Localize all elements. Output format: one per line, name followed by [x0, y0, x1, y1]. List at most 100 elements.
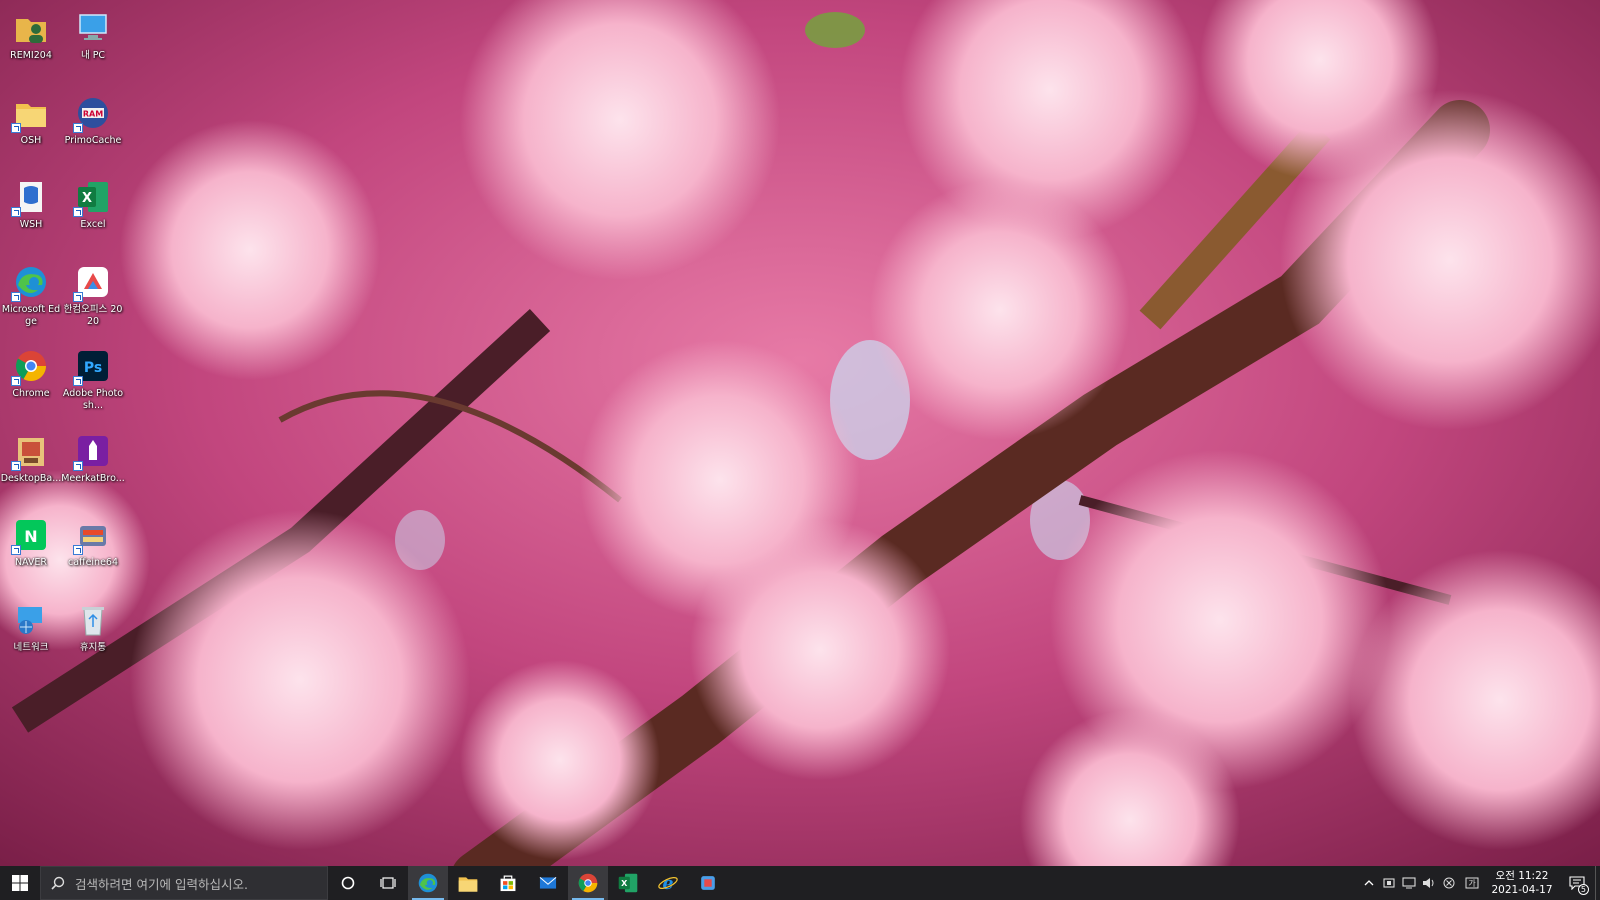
- desktop: REMI204 내 PC OSH RAM PrimoCache WSH X Excel Micr…: [0, 0, 1600, 866]
- desktop-icon-label: DesktopBa...: [0, 472, 62, 484]
- desktop-icon-folder[interactable]: OSH: [1, 89, 61, 169]
- desktop-icon-meerkat-browser[interactable]: MeerkatBro...: [61, 427, 125, 507]
- desktop-icon-computer[interactable]: 내 PC: [63, 4, 123, 84]
- desktop-icon-label: REMI204: [10, 50, 52, 61]
- desktop-icon-hancom-office[interactable]: 한컴오피스 2020: [63, 258, 123, 338]
- search-placeholder: 검색하려면 여기에 입력하십시오.: [75, 876, 248, 892]
- show-desktop-button[interactable]: [1595, 866, 1600, 900]
- edge-icon: [11, 262, 51, 302]
- desktop-icon-caffeine[interactable]: caffeine64: [63, 511, 123, 591]
- desktop-icon-label: 내 PC: [80, 50, 106, 61]
- shortcut-arrow-icon: [73, 545, 83, 555]
- app-icon: [696, 871, 720, 895]
- taskbar-store-button[interactable]: [488, 866, 528, 900]
- desktop-icon-label: 네트워크: [13, 641, 49, 653]
- system-tray: 가 오전 11:22 2021-04-17 5: [1359, 866, 1600, 900]
- excel-icon: X: [73, 177, 113, 217]
- desktop-backup-icon: [11, 431, 51, 471]
- shortcut-arrow-icon: [11, 376, 21, 386]
- taskbar-file-explorer-button[interactable]: [448, 866, 488, 900]
- shortcut-arrow-icon: [11, 207, 21, 217]
- folder-icon: [11, 93, 51, 133]
- chrome-icon: [11, 346, 51, 386]
- user-folder-icon: [11, 8, 51, 48]
- task-view-button[interactable]: [368, 866, 408, 900]
- desktop-icon-label: OSH: [20, 134, 42, 146]
- ie-icon: e: [656, 871, 680, 895]
- desktop-icon-label: WSH: [19, 219, 43, 230]
- desktop-icon-label: PrimoCache: [64, 134, 122, 146]
- caffeine-icon: [73, 515, 113, 555]
- svg-text:RAM: RAM: [83, 109, 103, 118]
- start-button[interactable]: [0, 866, 40, 900]
- desktop-icon-network[interactable]: 네트워크: [1, 596, 61, 676]
- taskbar-internet-explorer-button[interactable]: e: [648, 866, 688, 900]
- taskbar-unknown-app-button[interactable]: [688, 866, 728, 900]
- search-box[interactable]: 검색하려면 여기에 입력하십시오.: [40, 866, 328, 900]
- taskbar-mail-button[interactable]: [528, 866, 568, 900]
- tray-device-icon: [1383, 878, 1395, 888]
- desktop-icon-label: MeerkatBro...: [61, 472, 125, 484]
- desktop-icon-label: Excel: [80, 219, 106, 230]
- clock-date: 2021-04-17: [1491, 884, 1553, 896]
- wsh-icon: [11, 177, 51, 217]
- primocache-icon: RAM: [73, 93, 113, 133]
- photoshop-icon: Ps: [73, 346, 113, 386]
- shortcut-arrow-icon: [73, 291, 83, 302]
- chrome-icon: [576, 871, 600, 895]
- chevron-up-icon: [1364, 880, 1374, 886]
- desktop-icon-wsh[interactable]: WSH: [1, 173, 61, 253]
- svg-text:X: X: [621, 879, 628, 888]
- desktop-icon-label: Adobe Photosh...: [62, 388, 124, 411]
- taskbar: 검색하려면 여기에 입력하십시오. Xe 가 오전 11:22 2021-04-…: [0, 866, 1600, 900]
- hancom-office-icon: [73, 262, 113, 302]
- mail-icon: [536, 871, 560, 895]
- search-icon: [51, 876, 65, 890]
- volume-tray-button[interactable]: [1419, 866, 1439, 900]
- shortcut-arrow-icon: [73, 376, 83, 386]
- ime-icon: 가: [1465, 877, 1479, 889]
- circle-x-icon: [1443, 877, 1455, 889]
- notification-count: 5: [1577, 884, 1589, 895]
- desktop-icon-edge[interactable]: Microsoft Edge: [1, 258, 61, 338]
- desktop-icon-recycle-bin[interactable]: 휴지통: [63, 596, 123, 676]
- edge-icon: [416, 871, 440, 895]
- taskbar-chrome-button[interactable]: [568, 866, 608, 900]
- recycle-bin-icon: [73, 600, 113, 640]
- tray-app-icon[interactable]: [1379, 866, 1399, 900]
- desktop-icon-label: NAVER: [14, 557, 48, 568]
- shortcut-arrow-icon: [11, 545, 21, 555]
- svg-text:Ps: Ps: [84, 360, 102, 376]
- naver-icon: N: [11, 515, 51, 555]
- excel-icon: X: [616, 871, 640, 895]
- folder-icon: [456, 871, 480, 895]
- shortcut-arrow-icon: [73, 460, 83, 471]
- desktop-icon-label: caffeine64: [67, 557, 119, 568]
- desktop-icon-desktop-backup[interactable]: DesktopBa...: [1, 427, 61, 507]
- windows-logo-icon: [12, 875, 28, 891]
- tray-status-button[interactable]: [1439, 866, 1459, 900]
- computer-icon: [73, 8, 113, 48]
- desktop-icon-naver[interactable]: N NAVER: [1, 511, 61, 591]
- desktop-icon-label: 한컴오피스 2020: [63, 303, 123, 327]
- svg-text:N: N: [24, 527, 37, 546]
- cortana-circle-icon: [341, 876, 355, 890]
- desktop-icon-label: Chrome: [12, 388, 50, 399]
- desktop-icon-chrome[interactable]: Chrome: [1, 342, 61, 422]
- desktop-icon-excel[interactable]: X Excel: [63, 173, 123, 253]
- taskbar-excel-button[interactable]: X: [608, 866, 648, 900]
- network-tray-button[interactable]: [1399, 866, 1419, 900]
- desktop-icon-primocache[interactable]: RAM PrimoCache: [63, 89, 123, 169]
- show-hidden-icons-button[interactable]: [1359, 866, 1379, 900]
- desktop-icon-photoshop[interactable]: Ps Adobe Photosh...: [63, 342, 123, 422]
- clock-time: 오전 11:22: [1495, 870, 1549, 882]
- clock[interactable]: 오전 11:22 2021-04-17: [1491, 869, 1553, 897]
- shortcut-arrow-icon: [11, 122, 21, 133]
- cortana-button[interactable]: [328, 866, 368, 900]
- taskbar-edge-button[interactable]: [408, 866, 448, 900]
- notification-center-button[interactable]: 5: [1559, 866, 1595, 900]
- desktop-icon-user-folder[interactable]: REMI204: [1, 4, 61, 84]
- desktop-icon-label: Microsoft Edge: [1, 303, 61, 327]
- input-method-button[interactable]: 가: [1459, 866, 1485, 900]
- meerkat-browser-icon: [73, 431, 113, 471]
